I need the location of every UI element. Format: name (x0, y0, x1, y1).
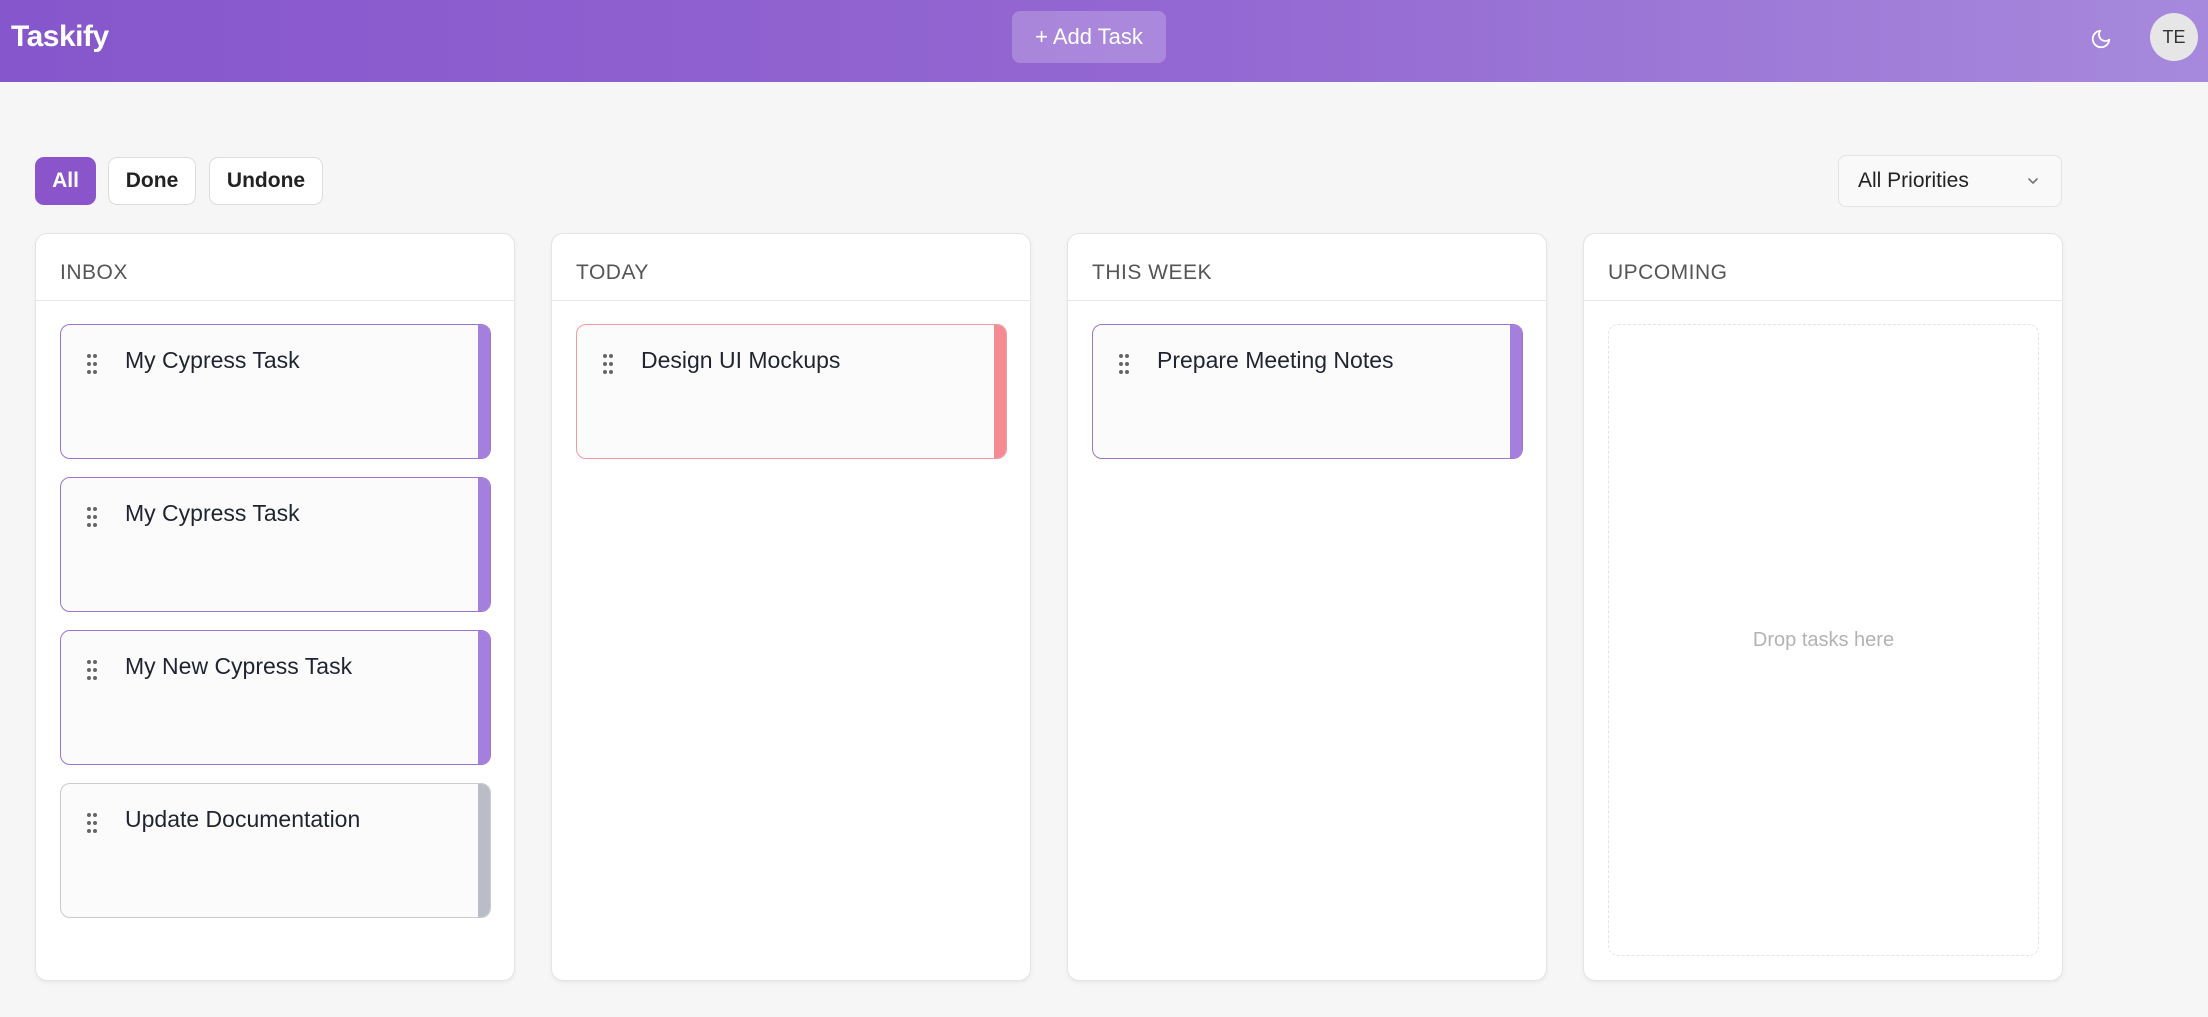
filter-undone-button[interactable]: Undone (209, 157, 323, 205)
task-title: Prepare Meeting Notes (1157, 347, 1394, 373)
column-today: TODAY Design UI Mockups (551, 233, 1031, 981)
task-card[interactable]: My Cypress Task (60, 324, 491, 459)
filter-done-button[interactable]: Done (108, 157, 196, 205)
priority-strip (1510, 325, 1522, 458)
column-title: INBOX (36, 234, 514, 301)
theme-toggle-button[interactable] (2084, 22, 2118, 56)
drag-handle-icon[interactable] (1118, 353, 1130, 375)
priority-strip (478, 784, 490, 917)
add-task-button[interactable]: + Add Task (1012, 11, 1166, 63)
task-card[interactable]: My Cypress Task (60, 477, 491, 612)
priority-strip (478, 325, 490, 458)
drag-handle-icon[interactable] (86, 353, 98, 375)
user-avatar[interactable]: TE (2150, 13, 2198, 61)
filter-all-button[interactable]: All (35, 157, 96, 205)
task-title: Update Documentation (125, 806, 361, 832)
drag-handle-icon[interactable] (86, 659, 98, 681)
column-title: THIS WEEK (1068, 234, 1546, 301)
task-card[interactable]: Design UI Mockups (576, 324, 1007, 459)
column-title: UPCOMING (1584, 234, 2062, 301)
moon-icon (2091, 29, 2111, 49)
priority-strip (994, 325, 1006, 458)
priority-strip (478, 631, 490, 764)
app-logo[interactable]: Taskify (11, 20, 109, 54)
column-inbox: INBOX My Cypress Task My Cypress Task My… (35, 233, 515, 981)
priority-strip (478, 478, 490, 611)
drag-handle-icon[interactable] (602, 353, 614, 375)
priority-select-value: All Priorities (1858, 169, 1969, 192)
column-this-week: THIS WEEK Prepare Meeting Notes (1067, 233, 1547, 981)
task-title: My New Cypress Task (125, 653, 353, 679)
task-card[interactable]: My New Cypress Task (60, 630, 491, 765)
priority-filter-select[interactable]: All Priorities (1838, 155, 2062, 207)
drop-zone[interactable]: Drop tasks here (1608, 324, 2039, 956)
drag-handle-icon[interactable] (86, 506, 98, 528)
task-title: My Cypress Task (125, 347, 300, 373)
task-title: Design UI Mockups (641, 347, 841, 373)
task-title: My Cypress Task (125, 500, 300, 526)
app-header: Taskify + Add Task TE (0, 0, 2208, 82)
chevron-down-icon (2028, 178, 2038, 184)
task-card[interactable]: Update Documentation (60, 783, 491, 918)
drop-zone-label: Drop tasks here (1752, 628, 1895, 651)
drag-handle-icon[interactable] (86, 812, 98, 834)
column-upcoming: UPCOMING Drop tasks here (1583, 233, 2063, 981)
task-card[interactable]: Prepare Meeting Notes (1092, 324, 1523, 459)
column-title: TODAY (552, 234, 1030, 301)
